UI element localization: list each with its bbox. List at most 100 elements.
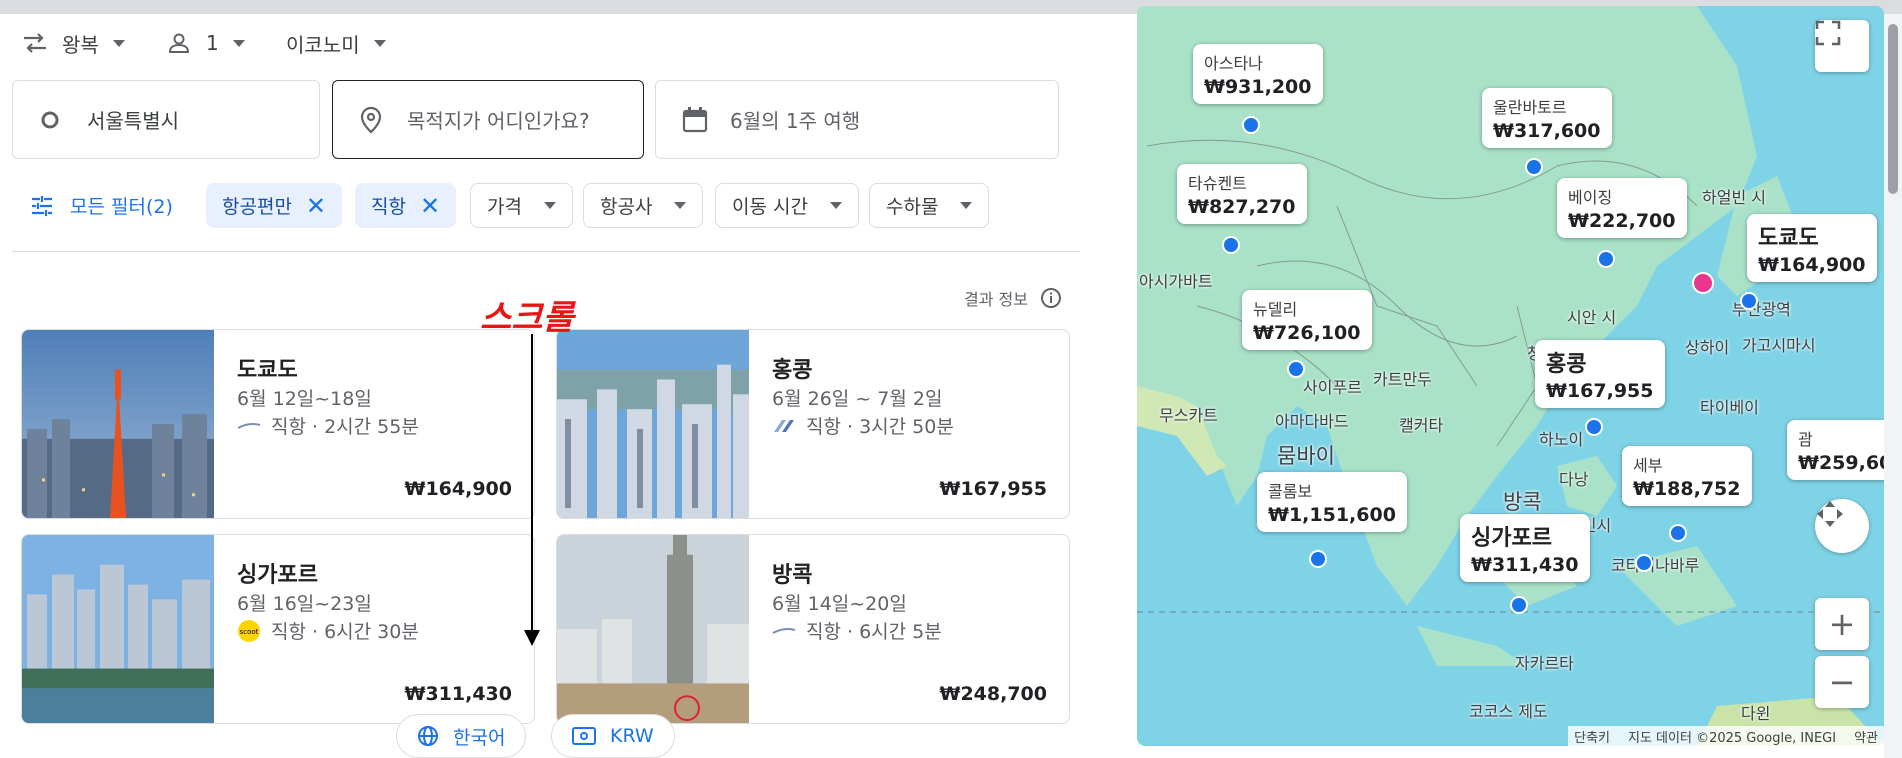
airline-filter-dropdown[interactable]: 항공사 bbox=[583, 183, 704, 228]
singapore-photo bbox=[22, 535, 214, 723]
card-price: ₩167,955 bbox=[939, 478, 1048, 500]
map-label: 시안 시 bbox=[1567, 308, 1617, 327]
airport-marker[interactable] bbox=[1309, 550, 1327, 568]
airport-marker[interactable] bbox=[1287, 360, 1305, 378]
passengers-select[interactable]: 1 bbox=[168, 28, 245, 58]
map-callout[interactable]: 뉴델리 ₩726,100 bbox=[1242, 290, 1372, 350]
destination-card-hongkong[interactable]: 홍콩 6월 26일 ~ 7월 2일 직항 · 3시간 50분 ₩167,955 bbox=[556, 329, 1070, 519]
hongkong-photo bbox=[557, 330, 749, 518]
bangkok-photo bbox=[557, 535, 749, 723]
map-label: 사이푸르 bbox=[1303, 378, 1362, 397]
fullscreen-icon bbox=[1815, 20, 1841, 46]
card-price: ₩164,900 bbox=[404, 478, 513, 500]
cabin-select[interactable]: 이코노미 bbox=[286, 28, 386, 58]
chevron-down-icon bbox=[674, 202, 687, 209]
card-price: ₩248,700 bbox=[939, 683, 1048, 705]
airport-marker[interactable] bbox=[1669, 524, 1687, 542]
all-filters-button[interactable]: 모든 필터(2) bbox=[24, 183, 179, 228]
duration-filter-dropdown[interactable]: 이동 시간 bbox=[715, 183, 859, 228]
results-info[interactable]: 결과 정보 bbox=[964, 286, 1062, 310]
fullscreen-button[interactable] bbox=[1815, 20, 1869, 72]
info-icon bbox=[1040, 288, 1061, 308]
dates-field[interactable]: 6월의 1주 여행 bbox=[655, 80, 1059, 159]
map-callout[interactable]: 타슈켄트 ₩827,270 bbox=[1177, 164, 1307, 224]
map-callout[interactable]: 괌₩259,600 bbox=[1787, 420, 1884, 480]
origin-field[interactable]: 서울특별시 bbox=[12, 80, 320, 159]
filter-chip-flights-only[interactable]: 항공편만 ✕ bbox=[206, 183, 343, 228]
close-icon[interactable]: ✕ bbox=[420, 192, 440, 220]
shortcuts-link[interactable]: 단축키 bbox=[1574, 727, 1610, 746]
map[interactable]: 아시가바트 시안 시 하얼빈 시 부산광역 상하이 가고시마시 타이베이 카트만… bbox=[1137, 6, 1884, 746]
baggage-filter-dropdown[interactable]: 수하물 bbox=[869, 183, 990, 228]
map-label: 하노이 bbox=[1539, 430, 1584, 449]
currency-button[interactable]: KRW bbox=[551, 714, 675, 758]
currency-icon bbox=[572, 727, 596, 745]
scroll-annotation: 스크롤 bbox=[480, 298, 574, 338]
map-callout[interactable]: 아스타나 ₩931,200 bbox=[1193, 44, 1323, 104]
all-filters-label: 모든 필터(2) bbox=[70, 196, 173, 218]
airport-marker[interactable] bbox=[1635, 554, 1653, 572]
map-callout[interactable]: 세부 ₩188,752 bbox=[1622, 446, 1752, 506]
map-callout[interactable]: 베이징 ₩222,700 bbox=[1557, 178, 1687, 238]
card-flight-text: 직항 · 3시간 50분 bbox=[806, 416, 954, 438]
chevron-down-icon bbox=[232, 39, 245, 47]
chevron-down-icon bbox=[543, 202, 556, 209]
scrollbar-thumb[interactable] bbox=[1888, 24, 1898, 194]
destination-card-bangkok[interactable]: 방콕 6월 14일~20일 직항 · 6시간 5분 ₩248,700 bbox=[556, 534, 1070, 724]
origin-marker[interactable] bbox=[1692, 272, 1714, 294]
map-callout[interactable]: 싱가포르 ₩311,430 bbox=[1460, 514, 1590, 582]
airport-marker[interactable] bbox=[1740, 292, 1758, 310]
recenter-button[interactable] bbox=[1815, 499, 1869, 553]
location-pin-icon bbox=[360, 106, 382, 133]
dropdown-label: 항공사 bbox=[600, 196, 653, 218]
zoom-out-button[interactable]: − bbox=[1815, 656, 1869, 708]
map-label: 무스카트 bbox=[1159, 406, 1218, 425]
destination-field[interactable]: 목적지가 어디인가요? bbox=[332, 80, 644, 159]
airport-marker[interactable] bbox=[1222, 236, 1240, 254]
terms-link[interactable]: 약관 bbox=[1854, 727, 1878, 746]
language-label: 한국어 bbox=[453, 726, 506, 749]
map-label: 코타키나바루 bbox=[1611, 556, 1700, 575]
close-icon[interactable]: ✕ bbox=[306, 192, 326, 220]
price-filter-dropdown[interactable]: 가격 bbox=[470, 183, 573, 228]
filter-chip-nonstop[interactable]: 직항 ✕ bbox=[355, 183, 457, 228]
trip-type-label: 왕복 bbox=[62, 32, 99, 57]
airport-marker[interactable] bbox=[1242, 116, 1260, 134]
globe-icon bbox=[418, 726, 438, 746]
airport-marker[interactable] bbox=[1510, 596, 1528, 614]
currency-label: KRW bbox=[610, 725, 654, 747]
card-flight-text: 직항 · 2시간 55분 bbox=[271, 416, 419, 438]
dates-value: 6월의 1주 여행 bbox=[730, 109, 861, 133]
airport-marker[interactable] bbox=[1525, 158, 1543, 176]
swap-icon bbox=[24, 33, 46, 53]
chevron-down-icon bbox=[829, 202, 842, 209]
chevron-down-icon bbox=[960, 202, 973, 209]
airline-logo-icon bbox=[237, 422, 261, 429]
card-city: 도쿄도 bbox=[237, 358, 298, 383]
map-callout[interactable]: 울란바토르 ₩317,600 bbox=[1482, 88, 1612, 148]
card-flight: 직항 · 6시간 5분 bbox=[772, 617, 942, 644]
map-label: 캘커타 bbox=[1399, 416, 1444, 435]
airport-marker[interactable] bbox=[1585, 418, 1603, 436]
filter-divider bbox=[12, 251, 1080, 252]
zoom-in-button[interactable]: + bbox=[1815, 598, 1869, 650]
tokyo-photo bbox=[22, 330, 214, 518]
map-callout[interactable]: 도쿄도 ₩164,900 bbox=[1747, 214, 1877, 282]
scrollbar[interactable] bbox=[1884, 14, 1902, 758]
card-city: 홍콩 bbox=[772, 358, 813, 383]
map-callout[interactable]: 홍콩 ₩167,955 bbox=[1535, 340, 1665, 408]
dropdown-label: 수하물 bbox=[886, 196, 939, 218]
plus-icon: + bbox=[1828, 605, 1856, 643]
airport-marker[interactable] bbox=[1597, 250, 1615, 268]
map-callout[interactable]: 콜롬보 ₩1,151,600 bbox=[1257, 472, 1407, 532]
language-button[interactable]: 한국어 bbox=[396, 714, 527, 758]
destination-card-tokyo[interactable]: 도쿄도 6월 12일~18일 직항 · 2시간 55분 ₩164,900 bbox=[21, 329, 535, 519]
destination-card-singapore[interactable]: 싱가포르 6월 16일~23일 scoot 직항 · 6시간 30분 ₩311,… bbox=[21, 534, 535, 724]
map-label: 코코스 제도 bbox=[1469, 702, 1548, 721]
card-flight: 직항 · 2시간 55분 bbox=[237, 412, 419, 439]
map-label: 상하이 bbox=[1685, 338, 1730, 357]
dropdown-label: 가격 bbox=[487, 196, 522, 218]
circle-icon bbox=[41, 111, 59, 128]
trip-type-select[interactable]: 왕복 bbox=[22, 28, 125, 58]
chevron-down-icon bbox=[373, 39, 386, 47]
